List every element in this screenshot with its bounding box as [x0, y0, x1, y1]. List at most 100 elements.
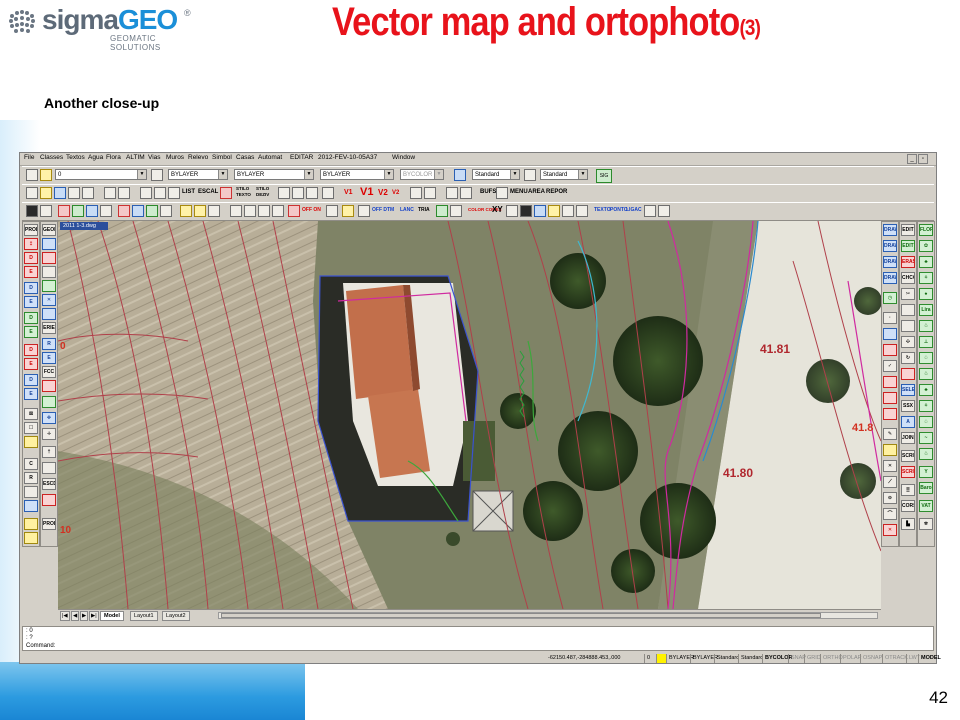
- palette-e5-button[interactable]: E: [24, 388, 38, 400]
- dtm-green-icon[interactable]: [436, 205, 448, 217]
- selec-button[interactable]: SELEC: [901, 384, 915, 396]
- vertical-tool-button[interactable]: ‡: [24, 238, 38, 250]
- print-icon[interactable]: [68, 187, 80, 199]
- erie-button[interactable]: ERIE: [42, 322, 56, 334]
- geom-e-button[interactable]: E: [42, 352, 56, 364]
- plant-6-button[interactable]: ♧: [919, 368, 933, 380]
- menu-agua[interactable]: Agua: [88, 154, 103, 161]
- copy-icon[interactable]: [104, 187, 116, 199]
- palette-r-button[interactable]: R: [24, 472, 38, 484]
- bufs-icon[interactable]: [496, 187, 508, 199]
- menu-automat[interactable]: Automat: [258, 154, 282, 161]
- menu-relevo[interactable]: Relevo: [188, 154, 208, 161]
- hatch-green2-icon[interactable]: [146, 205, 158, 217]
- script-button[interactable]: SCRIPT: [901, 450, 915, 462]
- clock-tool-button[interactable]: ◷: [883, 292, 897, 304]
- palette-yellow2-button[interactable]: [24, 518, 38, 530]
- geom-chart-button[interactable]: [42, 266, 56, 278]
- line-tool-button[interactable]: ⟋: [883, 476, 897, 488]
- hatch-gray2-icon[interactable]: [160, 205, 172, 217]
- textstyle-combo[interactable]: Standard ▼: [472, 169, 520, 180]
- fcc-button[interactable]: FCC: [42, 366, 56, 378]
- pen-tool-button[interactable]: ✎: [883, 428, 897, 440]
- cross-tool-button[interactable]: ✕: [883, 460, 897, 472]
- geom-x-button[interactable]: ✕: [42, 294, 56, 306]
- palette-yellow-button[interactable]: [24, 436, 38, 448]
- dot-tool-button[interactable]: ·: [883, 312, 897, 324]
- script-erros-button[interactable]: SCRIPT ERROS: [901, 466, 915, 478]
- draw-curv-button[interactable]: DRAW CURV: [883, 272, 897, 284]
- menu-flora[interactable]: Flora: [106, 154, 121, 161]
- star-tool-icon[interactable]: [326, 205, 338, 217]
- geom-r-button[interactable]: R: [42, 338, 56, 350]
- zoom-icon[interactable]: [278, 187, 290, 199]
- layer-combo[interactable]: 0 ▼: [55, 169, 147, 180]
- arrow-tool-icon[interactable]: [342, 205, 354, 217]
- layer-tool-5-icon[interactable]: [288, 205, 300, 217]
- x-red-button[interactable]: ✕: [883, 524, 897, 536]
- palette-d3-button[interactable]: D: [24, 312, 38, 324]
- linetype-combo[interactable]: BYLAYER ▼: [234, 169, 314, 180]
- off-dtm-button[interactable]: OFF DTM: [372, 207, 394, 213]
- erase-icon[interactable]: [220, 187, 232, 199]
- plant-3-button[interactable]: ♧: [919, 320, 933, 332]
- unlock-icon[interactable]: [40, 205, 52, 217]
- prev-tab-icon[interactable]: ◀: [71, 611, 80, 621]
- stilo-texto-button[interactable]: STILO TEXTO: [236, 186, 254, 198]
- plant-8-button[interactable]: ⚘: [919, 400, 933, 412]
- check-tool-button[interactable]: ✓: [883, 360, 897, 372]
- menu-session[interactable]: 2012-FEV-10-05A37: [318, 154, 377, 161]
- palette-c-button[interactable]: C: [24, 458, 38, 470]
- text-a-button[interactable]: A: [901, 416, 915, 428]
- list-icon[interactable]: [168, 187, 180, 199]
- menu-file[interactable]: File: [24, 154, 34, 161]
- last-tab-icon[interactable]: ▶|: [89, 611, 99, 621]
- ligac-button[interactable]: LIGAC: [626, 207, 642, 213]
- draw-aux-button[interactable]: DRAW AUX: [883, 256, 897, 268]
- save-icon[interactable]: [54, 187, 66, 199]
- palette-e1-button[interactable]: E: [24, 266, 38, 278]
- layer-tool-3-icon[interactable]: [258, 205, 270, 217]
- geom-dagger-button[interactable]: †: [42, 446, 56, 458]
- block-icon[interactable]: [154, 187, 166, 199]
- hatch-green-icon[interactable]: [72, 205, 84, 217]
- prol-auto-button[interactable]: PROL AUTO: [42, 518, 56, 530]
- palette-box-x-button[interactable]: ⊠: [24, 408, 38, 420]
- texto-button[interactable]: TEXTO: [594, 207, 611, 213]
- text-style-icon[interactable]: [454, 169, 466, 181]
- ssx-button[interactable]: SSX: [901, 400, 915, 412]
- plant-9-button[interactable]: ♤: [919, 416, 933, 428]
- geom-green-button[interactable]: [42, 280, 56, 292]
- lineweight-combo[interactable]: BYLAYER ▼: [320, 169, 394, 180]
- flower-outline-button[interactable]: ✾: [919, 518, 933, 530]
- zoom-window-icon[interactable]: [292, 187, 304, 199]
- tria-button[interactable]: TRIA: [418, 207, 430, 213]
- tab-layout2[interactable]: Layout2: [162, 611, 190, 621]
- v1-big-button[interactable]: V1: [360, 186, 373, 198]
- lanc-button[interactable]: LANC: [400, 207, 414, 213]
- menu-window[interactable]: Window: [392, 154, 415, 161]
- layer-manager-icon[interactable]: [40, 169, 52, 181]
- command-prompt[interactable]: Command:: [26, 643, 55, 649]
- dim-style-icon[interactable]: [524, 169, 536, 181]
- layer-prev-icon[interactable]: [151, 169, 163, 181]
- scissors-button[interactable]: ✂: [901, 288, 915, 300]
- paste-icon[interactable]: [118, 187, 130, 199]
- menu-button[interactable]: MENU: [510, 189, 528, 195]
- dimstyle-combo[interactable]: Standard ▼: [540, 169, 588, 180]
- symbol-tool-icon[interactable]: [576, 205, 588, 217]
- v2-small-button[interactable]: V2: [392, 190, 399, 196]
- flor-001-button[interactable]: FLOR OO1: [919, 224, 933, 236]
- vat-pinte-button[interactable]: VAT Pinte: [919, 500, 933, 512]
- palette-yellow3-button[interactable]: [24, 532, 38, 544]
- v1-small-button[interactable]: V1: [344, 189, 353, 196]
- menu-muros[interactable]: Muros: [166, 154, 184, 161]
- rect-tool-button[interactable]: [901, 304, 915, 316]
- layer-tool-2-icon[interactable]: [244, 205, 256, 217]
- edit-2d-button[interactable]: EDIT 2D: [901, 240, 915, 252]
- moon-icon[interactable]: [194, 205, 206, 217]
- geom-001-button[interactable]: GEOM OO1: [42, 224, 56, 236]
- menu-vias[interactable]: Vias: [148, 154, 161, 161]
- lock-icon[interactable]: [26, 205, 38, 217]
- move-arrows-button[interactable]: ✣: [901, 336, 915, 348]
